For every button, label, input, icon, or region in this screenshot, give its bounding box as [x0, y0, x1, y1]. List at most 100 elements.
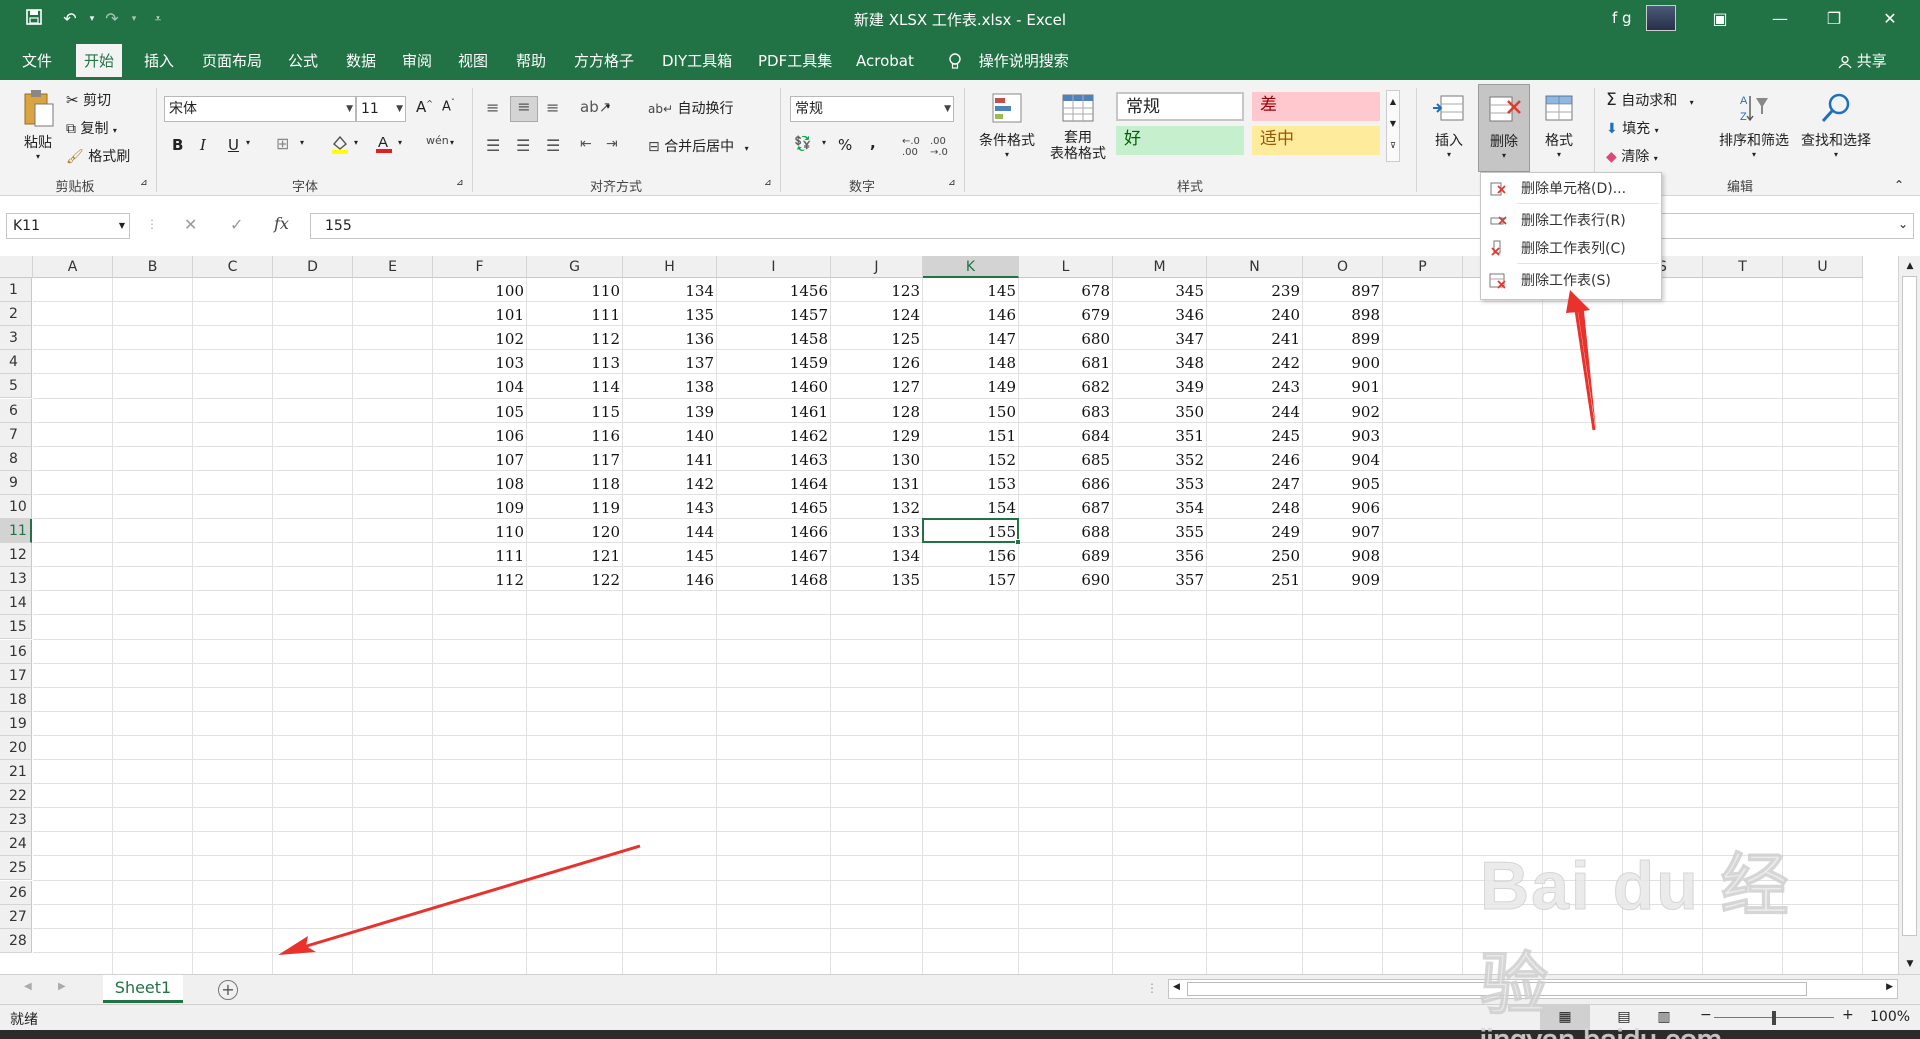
font-launcher-icon[interactable]: ⊿: [456, 178, 464, 188]
page-layout-view-icon[interactable]: ▤: [1604, 1005, 1644, 1030]
tab-diy[interactable]: DIY工具箱: [654, 44, 740, 80]
column-header[interactable]: A: [33, 256, 113, 278]
column-header[interactable]: L: [1019, 256, 1113, 278]
cell-G7[interactable]: 116: [527, 423, 623, 447]
copy-button[interactable]: ⧉ 复制 ▾: [66, 118, 117, 138]
cell-N13[interactable]: 251: [1207, 567, 1303, 591]
select-all-corner[interactable]: [0, 256, 33, 278]
currency-icon[interactable]: 💱: [794, 136, 811, 152]
cell-N10[interactable]: 248: [1207, 495, 1303, 519]
cancel-icon[interactable]: ✕: [184, 215, 197, 234]
cell-K7[interactable]: 151: [923, 423, 1019, 447]
cut-button[interactable]: ✂ 剪切: [66, 90, 111, 110]
cell-N9[interactable]: 247: [1207, 471, 1303, 495]
cell-J12[interactable]: 134: [831, 543, 923, 567]
tab-file[interactable]: 文件: [14, 44, 60, 80]
cell-G13[interactable]: 122: [527, 567, 623, 591]
cell-J3[interactable]: 125: [831, 326, 923, 350]
cell-G2[interactable]: 111: [527, 302, 623, 326]
zoom-out-icon[interactable]: −: [1700, 1007, 1712, 1023]
fill-handle[interactable]: [1015, 539, 1021, 546]
column-header[interactable]: G: [527, 256, 623, 278]
cell-L12[interactable]: 689: [1019, 543, 1113, 567]
row-header[interactable]: 9: [0, 470, 32, 495]
minimize-icon[interactable]: —: [1760, 4, 1800, 34]
cell-N6[interactable]: 244: [1207, 399, 1303, 423]
style-good[interactable]: 好: [1116, 126, 1244, 155]
cell-I1[interactable]: 1456: [717, 278, 831, 302]
tab-home[interactable]: 开始: [76, 44, 123, 80]
row-header[interactable]: 10: [0, 494, 32, 519]
row-header[interactable]: 8: [0, 446, 32, 471]
cell-K5[interactable]: 149: [923, 374, 1019, 398]
align-top-icon[interactable]: ≡: [486, 98, 499, 117]
cell-O9[interactable]: 905: [1303, 471, 1383, 495]
row-header[interactable]: 19: [0, 711, 32, 736]
horizontal-scrollbar[interactable]: ◀ ▶: [1168, 979, 1898, 999]
align-middle-icon[interactable]: ≡: [510, 96, 538, 122]
name-box[interactable]: K11 ▼: [6, 213, 130, 239]
cell-L6[interactable]: 683: [1019, 399, 1113, 423]
row-header[interactable]: 7: [0, 422, 32, 447]
cell-F12[interactable]: 111: [433, 543, 527, 567]
next-sheet-icon[interactable]: ▶: [58, 981, 66, 992]
format-as-table-button[interactable]: 套用 表格格式: [1040, 90, 1116, 162]
cell-M2[interactable]: 346: [1113, 302, 1207, 326]
column-header[interactable]: T: [1703, 256, 1783, 278]
row-header[interactable]: 23: [0, 808, 32, 833]
cell-H7[interactable]: 140: [623, 423, 717, 447]
tab-review[interactable]: 审阅: [394, 44, 440, 80]
cell-I5[interactable]: 1460: [717, 374, 831, 398]
row-header[interactable]: 3: [0, 326, 32, 351]
style-normal[interactable]: 常规: [1116, 92, 1244, 121]
cell-J4[interactable]: 126: [831, 350, 923, 374]
cell-F8[interactable]: 107: [433, 447, 527, 471]
column-header[interactable]: F: [433, 256, 527, 278]
add-sheet-icon[interactable]: +: [218, 980, 238, 1000]
cell-N11[interactable]: 249: [1207, 519, 1303, 543]
styles-scroll[interactable]: ▲ ▼ ⊽: [1386, 90, 1400, 162]
cell-K6[interactable]: 150: [923, 399, 1019, 423]
column-header[interactable]: B: [113, 256, 193, 278]
cell-L7[interactable]: 684: [1019, 423, 1113, 447]
chevron-down-icon[interactable]: ▾: [398, 138, 402, 147]
column-header[interactable]: D: [273, 256, 353, 278]
row-header[interactable]: 26: [0, 880, 32, 905]
column-header[interactable]: H: [623, 256, 717, 278]
row-header[interactable]: 12: [0, 543, 32, 568]
cell-I13[interactable]: 1468: [717, 567, 831, 591]
worksheet-grid[interactable]: ABCDEFGHIJKLMNOPQRSTU1234567891011121314…: [0, 256, 1898, 974]
merge-center-button[interactable]: ⊟ 合并后居中 ▾: [648, 136, 749, 156]
cell-N2[interactable]: 240: [1207, 302, 1303, 326]
fill-button[interactable]: ⬇ 填充 ▾: [1606, 118, 1659, 138]
tab-acrobat[interactable]: Acrobat: [848, 44, 922, 80]
cell-O2[interactable]: 898: [1303, 302, 1383, 326]
align-left-icon[interactable]: ☰: [486, 136, 500, 155]
cell-K12[interactable]: 156: [923, 543, 1019, 567]
cell-M7[interactable]: 351: [1113, 423, 1207, 447]
ribbon-display-icon[interactable]: ▣: [1700, 4, 1740, 34]
column-header[interactable]: J: [831, 256, 923, 278]
row-header[interactable]: 20: [0, 735, 32, 760]
cell-O5[interactable]: 901: [1303, 374, 1383, 398]
cell-K3[interactable]: 147: [923, 326, 1019, 350]
font-name-select[interactable]: 宋体 ▼: [164, 96, 356, 122]
row-header[interactable]: 22: [0, 784, 32, 809]
comma-icon[interactable]: ,: [870, 134, 876, 152]
cell-L11[interactable]: 688: [1019, 519, 1113, 543]
row-header[interactable]: 4: [0, 350, 32, 375]
cell-O4[interactable]: 900: [1303, 350, 1383, 374]
cell-L13[interactable]: 690: [1019, 567, 1113, 591]
cell-H11[interactable]: 144: [623, 519, 717, 543]
cell-M10[interactable]: 354: [1113, 495, 1207, 519]
chevron-down-icon[interactable]: ▾: [822, 138, 826, 147]
decrease-decimal-icon[interactable]: .00 →.0: [930, 136, 948, 158]
cell-M12[interactable]: 356: [1113, 543, 1207, 567]
cell-H4[interactable]: 137: [623, 350, 717, 374]
scroll-down-icon[interactable]: ▼: [1899, 954, 1920, 974]
h-scroll-thumb[interactable]: [1187, 982, 1807, 996]
cell-N12[interactable]: 250: [1207, 543, 1303, 567]
cell-F2[interactable]: 101: [433, 302, 527, 326]
row-header[interactable]: 5: [0, 374, 32, 399]
row-header[interactable]: 13: [0, 567, 32, 592]
